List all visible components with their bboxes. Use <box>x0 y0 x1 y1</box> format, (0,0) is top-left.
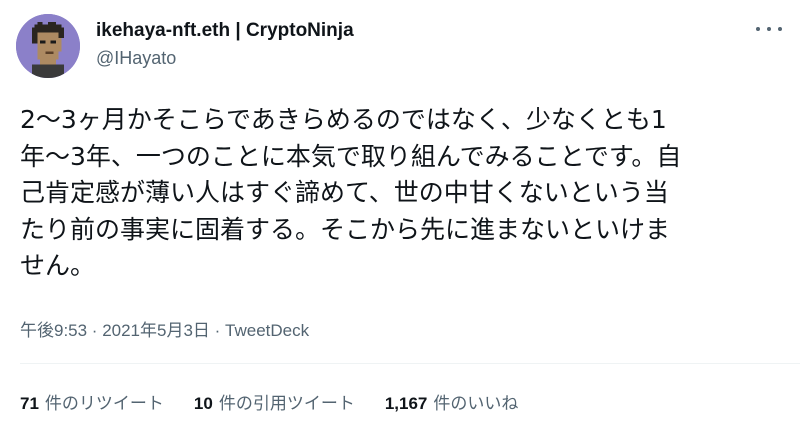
likes-count: 1,167 <box>384 394 428 413</box>
quotes-stat[interactable]: 10 件の引用ツイート <box>194 389 355 414</box>
dot <box>756 27 760 31</box>
tweet-meta: 午後9:53 · 2021年5月3日 · TweetDeck <box>20 316 309 341</box>
more-dots-icon[interactable] <box>756 22 782 36</box>
dot <box>778 27 782 31</box>
source-link[interactable]: TweetDeck <box>225 321 309 340</box>
retweets-count: 71 <box>20 394 39 413</box>
tweet-stats: 71 件のリツイート 10 件の引用ツイート 1,167 件のいいね <box>20 389 548 414</box>
dot <box>767 27 771 31</box>
likes-stat[interactable]: 1,167 件のいいね <box>385 389 519 414</box>
likes-label: 件のいいね <box>433 394 519 413</box>
divider <box>20 363 800 364</box>
author-handle[interactable]: @IHayato <box>96 48 176 69</box>
author-display-name[interactable]: ikehaya-nft.eth | CryptoNinja <box>96 20 354 42</box>
pixel-art-avatar-icon <box>16 14 80 78</box>
quotes-label: 件の引用ツイート <box>218 394 355 413</box>
retweets-label: 件のリツイート <box>44 394 164 413</box>
retweets-stat[interactable]: 71 件のリツイート <box>20 389 164 414</box>
tweet-text: 2〜3ヶ月かそこらであきらめるのではなく、少なくとも1 年〜3年、一つのことに本… <box>20 105 682 280</box>
timestamp[interactable]: 午後9:53 · 2021年5月3日 · <box>20 321 225 340</box>
quotes-count: 10 <box>193 394 213 413</box>
avatar[interactable] <box>16 14 80 78</box>
